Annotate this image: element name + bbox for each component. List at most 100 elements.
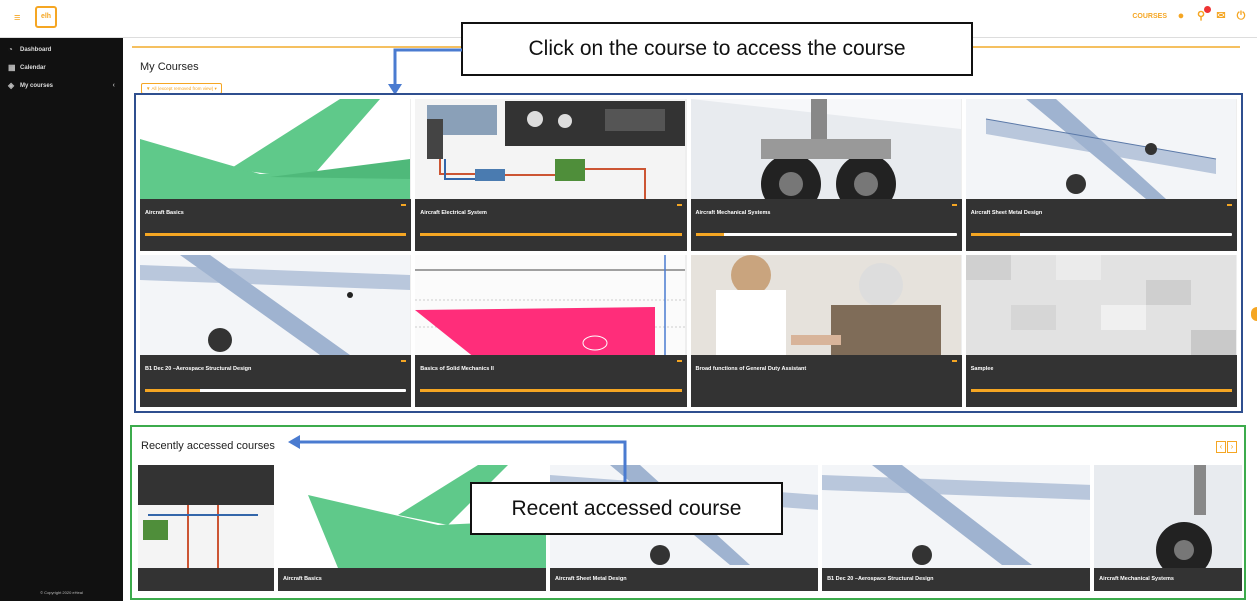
- power-icon[interactable]: ⏻: [1235, 10, 1247, 22]
- course-card-footer: Aircraft Basics: [140, 199, 412, 251]
- course-image: [690, 99, 962, 214]
- course-image: [965, 255, 1237, 358]
- course-card-footer: Aircraft Sheet Metal Design: [965, 199, 1237, 251]
- recent-course-card[interactable]: [138, 465, 274, 591]
- course-menu-icon[interactable]: [951, 204, 957, 206]
- course-card-footer: Aircraft Basics: [278, 568, 547, 591]
- recent-section-title: Recently accessed courses: [141, 440, 275, 452]
- progress-bar: [970, 389, 1232, 392]
- recent-course-card[interactable]: Aircraft Mechanical Systems: [1094, 465, 1242, 591]
- course-card-footer: B1 Dec 20 –Aerospace Structural Design: [822, 568, 1091, 591]
- progress-fill: [970, 233, 1021, 236]
- course-menu-icon[interactable]: [401, 204, 407, 206]
- course-image: [690, 255, 962, 358]
- course-name: Basics of Solid Mechanics II: [420, 366, 494, 372]
- course-card-footer: Aircraft Mechanical Systems: [1094, 568, 1242, 591]
- sidebar-item-label: Dashboard: [20, 46, 52, 53]
- progress-fill: [145, 233, 407, 236]
- progress-fill: [420, 389, 682, 392]
- carousel-prev-button[interactable]: ‹: [1216, 441, 1226, 453]
- message-icon[interactable]: ✉: [1215, 10, 1227, 22]
- recent-course-callout: Recent accessed course: [470, 482, 783, 535]
- sidebar-item-calendar[interactable]: ▦ Calendar: [8, 61, 123, 74]
- course-image: [1094, 465, 1242, 578]
- course-access-callout: Click on the course to access the course: [461, 22, 973, 76]
- course-name: Broad functions of General Duty Assistan…: [695, 366, 807, 372]
- recent-course-card[interactable]: B1 Dec 20 –Aerospace Structural Design: [822, 465, 1091, 591]
- course-menu-icon[interactable]: [676, 360, 682, 362]
- progress-bar: [420, 389, 682, 392]
- progress-bar: [696, 389, 957, 392]
- course-menu-icon[interactable]: [1227, 204, 1232, 206]
- course-menu-icon[interactable]: [951, 360, 957, 362]
- topbar-actions: COURSES ● ⚲ ✉ ⏻: [1132, 6, 1247, 22]
- carousel-controls: ‹ ›: [1216, 441, 1237, 453]
- course-card-footer: Samplee: [965, 355, 1237, 407]
- progress-bar: [695, 233, 957, 236]
- callout-arrow-icon: [388, 48, 462, 95]
- progress-bar: [145, 233, 407, 236]
- course-image: [415, 99, 686, 202]
- progress-bar: [970, 233, 1232, 236]
- page-title: My Courses: [140, 61, 199, 73]
- progress-fill: [695, 233, 725, 236]
- course-card-footer: Aircraft Mechanical Systems: [690, 199, 962, 251]
- course-card-footer: Aircraft Sheet Metal Design: [550, 568, 819, 591]
- course-card[interactable]: Basics of Solid Mechanics II: [415, 255, 687, 407]
- sidebar-item-label: Calendar: [20, 64, 46, 71]
- sidebar-item-my-courses[interactable]: ◈ My courses ‹: [8, 79, 123, 92]
- copyright-text: © Copyright 2020 eHeal: [40, 590, 83, 595]
- dashboard-icon: ◔: [8, 45, 13, 54]
- carousel-next-button[interactable]: ›: [1227, 441, 1237, 453]
- progress-fill: [420, 233, 682, 236]
- graduation-cap-icon: ◈: [8, 81, 15, 90]
- calendar-icon: ▦: [8, 63, 16, 72]
- course-card-footer: B1 Dec 20 –Aerospace Structural Design: [140, 355, 412, 407]
- sidebar: ◔ Dashboard ▦ Calendar ◈ My courses ‹ © …: [0, 38, 123, 601]
- course-name: Aircraft Sheet Metal Design: [555, 576, 627, 582]
- notification-icon[interactable]: ⚲: [1195, 6, 1211, 22]
- course-name: Aircraft Mechanical Systems: [695, 210, 771, 216]
- course-image: [822, 465, 1091, 568]
- course-name: Samplee: [970, 366, 994, 372]
- course-name: Aircraft Basics: [145, 210, 184, 216]
- progress-fill: [970, 389, 1232, 392]
- callout-arrow-icon: [288, 435, 627, 482]
- course-card[interactable]: Aircraft Sheet Metal Design: [965, 99, 1237, 251]
- courses-link[interactable]: COURSES: [1132, 13, 1167, 20]
- course-name: Aircraft Basics: [283, 576, 322, 582]
- course-menu-icon[interactable]: [401, 360, 407, 362]
- course-grid: Aircraft Basics Aircraft Electrical Syst…: [134, 93, 1243, 413]
- courses-dropdown-icon[interactable]: ●: [1175, 10, 1187, 22]
- progress-bar: [420, 233, 682, 236]
- course-name: Aircraft Sheet Metal Design: [970, 210, 1043, 216]
- course-image: [965, 99, 1237, 202]
- course-card[interactable]: Broad functions of General Duty Assistan…: [690, 255, 962, 407]
- course-name: B1 Dec 20 –Aerospace Structural Design: [145, 366, 252, 372]
- hamburger-icon[interactable]: ≡: [14, 13, 24, 24]
- sidebar-item-dashboard[interactable]: ◔ Dashboard: [8, 43, 123, 56]
- course-card[interactable]: Samplee: [965, 255, 1237, 407]
- course-name: Aircraft Mechanical Systems: [1099, 576, 1174, 582]
- course-card-footer: Aircraft Electrical System: [415, 199, 687, 251]
- course-card-footer: Basics of Solid Mechanics II: [415, 355, 687, 407]
- chevron-left-icon[interactable]: ‹: [113, 82, 115, 89]
- course-image: [415, 255, 686, 358]
- course-card[interactable]: Aircraft Electrical System: [415, 99, 687, 251]
- course-name: B1 Dec 20 –Aerospace Structural Design: [827, 576, 934, 582]
- progress-fill: [145, 389, 200, 392]
- course-card[interactable]: Aircraft Mechanical Systems: [690, 99, 962, 251]
- course-card[interactable]: B1 Dec 20 –Aerospace Structural Design: [140, 255, 412, 407]
- course-card-footer: [138, 568, 274, 591]
- course-image: [140, 255, 411, 358]
- sidebar-item-label: My courses: [20, 82, 54, 89]
- site-logo[interactable]: elh: [35, 6, 57, 28]
- progress-bar: [145, 389, 407, 392]
- course-image: [140, 99, 411, 202]
- drawer-toggle-icon[interactable]: [1251, 307, 1257, 321]
- course-card-footer: Broad functions of General Duty Assistan…: [690, 355, 962, 407]
- course-menu-icon[interactable]: [676, 204, 682, 206]
- notification-badge: [1204, 6, 1211, 13]
- course-image: [138, 465, 274, 568]
- course-card[interactable]: Aircraft Basics: [140, 99, 412, 251]
